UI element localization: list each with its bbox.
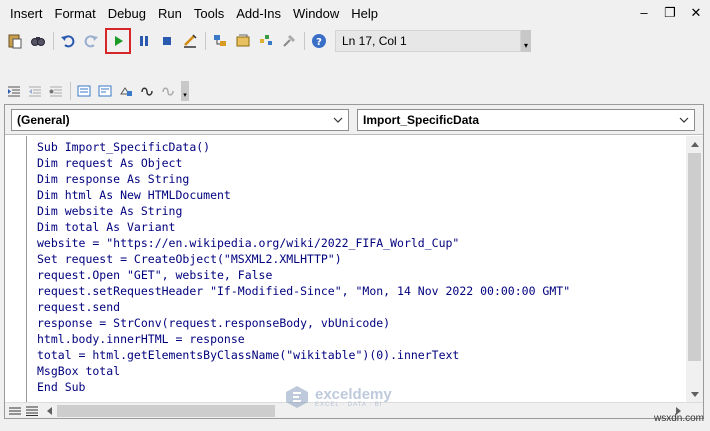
code-line: Dim total As Variant: [37, 220, 176, 234]
full-module-view-icon[interactable]: [24, 404, 40, 418]
toolbar-options-icon[interactable]: ▾: [521, 30, 531, 52]
scroll-down-icon[interactable]: [686, 386, 703, 402]
code-line: request.Open "GET", website, False: [37, 268, 273, 282]
toolbar-separator: [205, 32, 206, 50]
run-button-highlight: [105, 28, 131, 54]
toolbar-options-icon[interactable]: ▾: [181, 81, 189, 101]
code-line: Dim website As String: [37, 204, 183, 218]
object-combo[interactable]: (General): [11, 109, 349, 131]
next-bookmark-icon[interactable]: [137, 81, 157, 101]
code-line: Set request = CreateObject("MSXML2.XMLHT…: [37, 252, 342, 266]
object-combo-value: (General): [17, 113, 70, 127]
menu-debug[interactable]: Debug: [102, 0, 152, 28]
toggle-breakpoint-icon[interactable]: [46, 81, 66, 101]
chevron-down-icon[interactable]: [677, 113, 691, 127]
code-line: response = StrConv(request.responseBody,…: [37, 316, 391, 330]
design-mode-icon[interactable]: [179, 30, 201, 52]
menu-format[interactable]: Format: [49, 0, 102, 28]
code-line: Dim request As Object: [37, 156, 183, 170]
code-line: Sub Import_SpecificData(): [37, 140, 211, 154]
margin-indicator-bar[interactable]: [5, 136, 27, 402]
code-line: request.setRequestHeader "If-Modified-Si…: [37, 284, 571, 298]
bookmark-icon[interactable]: [116, 81, 136, 101]
site-watermark: wsxdn.com: [653, 413, 704, 424]
undo-icon[interactable]: [57, 30, 79, 52]
edit-toolbar: ▾: [0, 80, 189, 102]
reset-icon[interactable]: [156, 30, 178, 52]
find-icon[interactable]: [27, 30, 49, 52]
menu-bar: Insert Format Debug Run Tools Add-Ins Wi…: [0, 0, 710, 28]
code-line: MsgBox total: [37, 364, 121, 378]
vertical-scrollbar[interactable]: [686, 136, 703, 402]
toolbar-separator: [53, 32, 54, 50]
code-window: (General) Import_SpecificData Sub Import…: [4, 104, 704, 419]
menu-add-ins[interactable]: Add-Ins: [230, 0, 287, 28]
window-controls: ‒ ❐ ✕: [638, 6, 702, 20]
redo-icon[interactable]: [80, 30, 102, 52]
standard-toolbar: ? Ln 17, Col 1 ▾: [0, 28, 531, 54]
menu-run[interactable]: Run: [152, 0, 188, 28]
menu-help[interactable]: Help: [345, 0, 384, 28]
toolbar-separator: [304, 32, 305, 50]
paste-icon[interactable]: [4, 30, 26, 52]
properties-window-icon[interactable]: [232, 30, 254, 52]
comment-block-icon[interactable]: [74, 81, 94, 101]
code-line: website = "https://en.wikipedia.org/wiki…: [37, 236, 460, 250]
code-line: total = html.getElementsByClassName("wik…: [37, 348, 460, 362]
menu-insert[interactable]: Insert: [4, 0, 49, 28]
menu-window[interactable]: Window: [287, 0, 345, 28]
procedure-view-icon[interactable]: [7, 404, 23, 418]
horizontal-scroll-thumb[interactable]: [57, 405, 275, 417]
code-line: Dim response As String: [37, 172, 190, 186]
code-line: html.body.innerHTML = response: [37, 332, 245, 346]
watermark-tagline: EXCEL · DATA · BI: [315, 401, 383, 408]
run-icon[interactable]: [107, 30, 128, 52]
scroll-left-icon[interactable]: [41, 403, 57, 419]
minimize-button[interactable]: ‒: [638, 6, 650, 20]
svg-text:?: ?: [316, 37, 322, 48]
procedure-combo[interactable]: Import_SpecificData: [357, 109, 695, 131]
toolbox-icon[interactable]: [278, 30, 300, 52]
project-explorer-icon[interactable]: [209, 30, 231, 52]
code-line: request.send: [37, 300, 121, 314]
close-button[interactable]: ✕: [690, 6, 702, 20]
restore-button[interactable]: ❐: [664, 6, 676, 20]
uncomment-block-icon[interactable]: [95, 81, 115, 101]
chevron-down-icon[interactable]: [331, 113, 345, 127]
code-dropdown-bar: (General) Import_SpecificData: [5, 105, 703, 135]
scroll-up-icon[interactable]: [686, 136, 703, 152]
indent-icon[interactable]: [4, 81, 24, 101]
help-icon[interactable]: ?: [308, 30, 330, 52]
code-line: Dim html As New HTMLDocument: [37, 188, 231, 202]
procedure-combo-value: Import_SpecificData: [363, 113, 480, 127]
code-text: Sub Import_SpecificData() Dim request As …: [37, 139, 570, 395]
object-browser-icon[interactable]: [255, 30, 277, 52]
toolbar-separator: [70, 82, 71, 100]
outdent-icon[interactable]: [25, 81, 45, 101]
code-editor[interactable]: Sub Import_SpecificData() Dim request As …: [5, 136, 686, 402]
vertical-scroll-thumb[interactable]: [688, 153, 701, 361]
watermark-title: exceldemy: [315, 385, 392, 403]
cursor-position-status: Ln 17, Col 1: [335, 30, 521, 52]
menu-tools[interactable]: Tools: [188, 0, 230, 28]
watermark-logo: exceldemy EXCEL · DATA · BI: [284, 384, 392, 410]
logo-icon: [286, 386, 308, 408]
clear-bookmarks-icon[interactable]: [158, 81, 178, 101]
break-icon[interactable]: [133, 30, 155, 52]
